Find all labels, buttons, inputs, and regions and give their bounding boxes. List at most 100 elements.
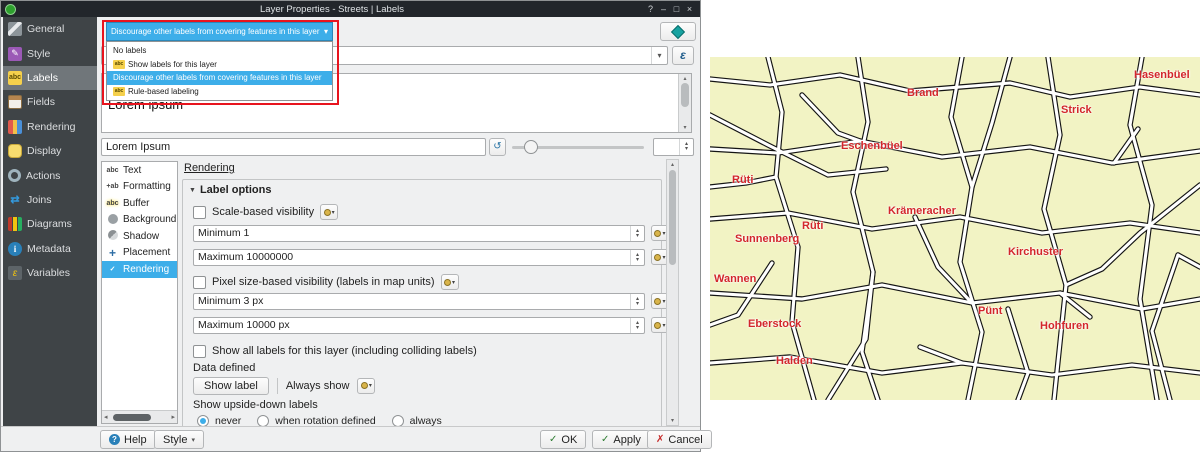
tab-formatting[interactable]: +abFormatting: [102, 179, 177, 196]
map-label: Pünt: [978, 305, 1002, 317]
spinner-arrows[interactable]: ▴▾: [679, 139, 693, 155]
scroll-down-icon[interactable]: ▾: [679, 124, 691, 131]
expression-builder-button[interactable]: ε: [672, 46, 694, 65]
spinner-arrows[interactable]: ▴▾: [630, 226, 644, 241]
spinner-arrows[interactable]: ▴▾: [630, 250, 644, 265]
tab-background[interactable]: Background: [102, 212, 177, 229]
sidebar-item-display[interactable]: Display: [3, 139, 97, 163]
apply-button[interactable]: ✓Apply: [592, 430, 650, 449]
option-discourage-labels[interactable]: Discourage other labels from covering fe…: [107, 71, 332, 85]
check-icon: ✓: [105, 265, 120, 273]
help-window-button[interactable]: ?: [644, 4, 657, 14]
labeling-mode-combobox[interactable]: Discourage other labels from covering fe…: [106, 22, 333, 41]
placement-settings-icon: [671, 24, 685, 38]
scroll-down-icon[interactable]: ▾: [667, 417, 678, 424]
map-label: Rüti: [802, 220, 823, 232]
preview-reset-button[interactable]: ↺: [489, 138, 506, 156]
scrollbar-thumb[interactable]: [681, 83, 689, 107]
collapse-triangle-icon[interactable]: ▼: [189, 187, 196, 194]
maximize-button[interactable]: □: [670, 4, 683, 14]
chevron-down-icon[interactable]: ▾: [651, 47, 667, 64]
spinner-arrows[interactable]: ▴▾: [630, 318, 644, 333]
minimum-scale-spinbox[interactable]: Minimum 1 ▴▾: [193, 225, 645, 242]
help-icon: ?: [109, 434, 120, 445]
show-all-labels-checkbox[interactable]: [193, 345, 206, 358]
maximum-pixel-spinbox[interactable]: Maximum 10000 px ▴▾: [193, 317, 645, 334]
pixel-visibility-checkbox[interactable]: [193, 276, 206, 289]
labels-icon: abc: [8, 71, 22, 85]
data-defined-label: Data defined: [193, 362, 255, 374]
tab-text[interactable]: abcText: [102, 162, 177, 179]
style-button[interactable]: Style▾: [154, 430, 204, 449]
automated-placement-button[interactable]: [660, 22, 696, 41]
sidebar-item-diagrams[interactable]: Diagrams: [3, 212, 97, 236]
scale-visibility-checkbox[interactable]: [193, 206, 206, 219]
scrollbar-thumb[interactable]: [113, 414, 151, 421]
group-title[interactable]: ▼Label options: [189, 184, 271, 196]
map-label: Sunnenberg: [735, 233, 799, 245]
ok-button[interactable]: ✓OK: [540, 430, 586, 449]
scroll-up-icon[interactable]: ▴: [667, 161, 678, 168]
font-size-spinbox[interactable]: ▴▾: [653, 138, 694, 156]
sidebar-item-labels[interactable]: abcLabels: [3, 66, 97, 90]
upside-down-label: Show upside-down labels: [193, 399, 318, 411]
rendering-icon: [8, 120, 22, 134]
layer-properties-dialog: Layer Properties - Streets | Labels ? – …: [0, 0, 701, 452]
scroll-up-icon[interactable]: ▴: [679, 75, 691, 82]
map-canvas[interactable]: HasenbüelBrandStrickEschenbüelRütiKrämer…: [710, 57, 1200, 400]
labels-icon: abc: [113, 60, 125, 69]
minimize-button[interactable]: –: [657, 4, 670, 14]
label-settings-list: abcText +abFormatting abcBuffer Backgrou…: [101, 161, 178, 424]
preview-text-input[interactable]: [101, 138, 486, 156]
sidebar-item-variables[interactable]: εVariables: [3, 261, 97, 285]
option-rule-based[interactable]: abcRule-based labeling: [107, 85, 332, 99]
tab-rendering[interactable]: ✓Rendering: [102, 261, 177, 278]
tab-shadow[interactable]: Shadow: [102, 228, 177, 245]
data-defined-icon: [324, 209, 331, 216]
data-defined-icon: [654, 254, 661, 261]
separator: [277, 378, 278, 394]
label-options-group: ▼Label options Scale-based visibility ▾ …: [182, 179, 662, 426]
radio-never[interactable]: [197, 415, 209, 426]
street-map-svg: [710, 57, 1200, 400]
option-show-labels[interactable]: abcShow labels for this layer: [107, 58, 332, 72]
option-no-labels[interactable]: No labels: [107, 44, 332, 58]
scrollbar-thumb[interactable]: [669, 170, 676, 265]
sidebar-item-metadata[interactable]: iMetadata: [3, 237, 97, 261]
cancel-button[interactable]: ✗Cancel: [647, 430, 712, 449]
sidebar-item-general[interactable]: General: [3, 17, 97, 41]
sidebar-item-fields[interactable]: Fields: [3, 90, 97, 114]
tab-buffer[interactable]: abcBuffer: [102, 195, 177, 212]
titlebar[interactable]: Layer Properties - Streets | Labels ? – …: [1, 1, 700, 17]
show-label-button[interactable]: Show label: [193, 377, 269, 395]
panel-scrollbar[interactable]: ▴ ▾: [666, 159, 679, 426]
font-size-slider[interactable]: [512, 138, 644, 156]
pixel-visibility-row: Pixel size-based visibility (labels in m…: [193, 274, 459, 290]
sidebar-item-joins[interactable]: ⇄Joins: [3, 188, 97, 212]
dialog-footer: ?Help Style▾ ✓OK ✓Apply ✗Cancel: [1, 426, 700, 451]
sidebar-item-style[interactable]: ✎Style: [3, 41, 97, 65]
spinner-arrows[interactable]: ▴▾: [630, 294, 644, 309]
data-defined-button[interactable]: ▾: [320, 204, 338, 220]
sidebar-item-actions[interactable]: Actions: [3, 163, 97, 187]
tab-placement[interactable]: +Placement: [102, 245, 177, 262]
sidebar-item-rendering[interactable]: Rendering: [3, 115, 97, 139]
join-arrows-icon: ⇄: [8, 193, 22, 207]
help-button[interactable]: ?Help: [100, 430, 156, 449]
maximum-scale-spinbox[interactable]: Maximum 10000000 ▴▾: [193, 249, 645, 266]
close-button[interactable]: ×: [683, 4, 696, 14]
scroll-right-icon[interactable]: ▸: [171, 413, 175, 421]
tabs-horizontal-scrollbar[interactable]: ◂ ▸: [102, 410, 177, 423]
minimum-pixel-spinbox[interactable]: Minimum 3 px ▴▾: [193, 293, 645, 310]
scroll-left-icon[interactable]: ◂: [104, 413, 108, 421]
preview-scrollbar[interactable]: ▴ ▾: [678, 74, 691, 132]
properties-sidebar: General ✎Style abcLabels Fields Renderin…: [3, 17, 97, 426]
data-defined-button[interactable]: ▾: [441, 274, 459, 290]
data-defined-button[interactable]: ▾: [357, 378, 375, 394]
map-label: Wannen: [714, 273, 756, 285]
radio-always[interactable]: [392, 415, 404, 426]
bar-chart-icon: [8, 217, 22, 231]
radio-when-rotation-defined[interactable]: [257, 415, 269, 426]
shadow-icon: [105, 230, 120, 242]
slider-handle[interactable]: [524, 140, 538, 154]
